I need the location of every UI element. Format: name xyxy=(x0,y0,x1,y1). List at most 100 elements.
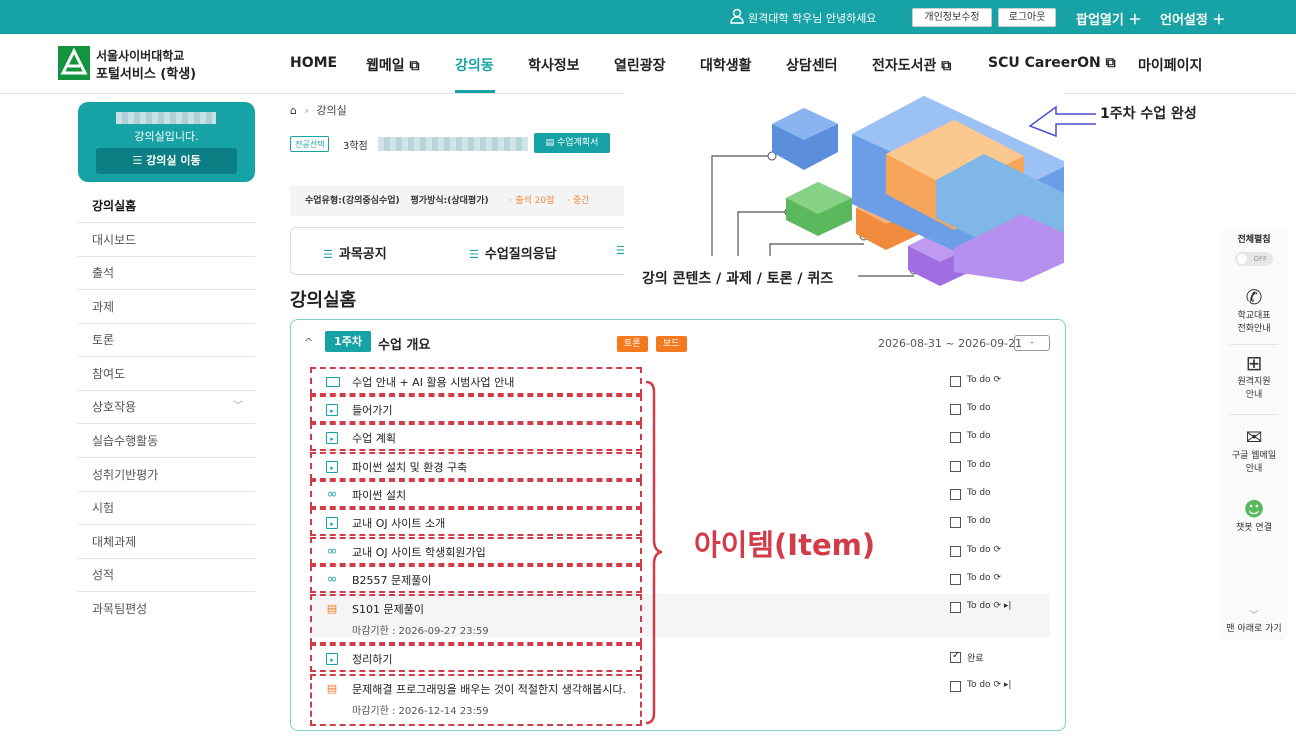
item-title[interactable]: 수업 안내 + AI 활용 시범사업 안내 xyxy=(352,374,514,390)
expand-all-toggle[interactable]: OFF xyxy=(1235,252,1273,266)
todo-checkbox[interactable] xyxy=(950,432,961,443)
list-item[interactable]: ∞ 교내 OJ 사이트 학생회원가입 xyxy=(310,537,642,565)
item-title[interactable]: 들어가기 xyxy=(352,402,392,418)
eval-type: 평가방식:(상대평가) xyxy=(410,196,489,206)
collapse-icon[interactable]: ^ xyxy=(304,336,313,349)
refresh-icon[interactable]: ⟳ xyxy=(993,601,1001,611)
todo-checkbox[interactable] xyxy=(950,404,961,415)
remote-support[interactable]: ⊞ 원격지원 안내 xyxy=(1220,352,1288,402)
item-title[interactable]: S101 문제풀이 xyxy=(352,601,424,617)
refresh-icon[interactable]: ⟳ xyxy=(993,680,1001,690)
sidebar-item-attendance[interactable]: 출석 xyxy=(78,256,255,290)
sidebar-item-label: 상호작용 xyxy=(92,400,137,414)
list-item[interactable]: ▸ 정리하기 xyxy=(310,644,642,672)
sidebar-item-achievement[interactable]: 성취기반평가 xyxy=(78,458,255,492)
sidebar-item-home[interactable]: 강의실홈 xyxy=(78,189,255,223)
list-item[interactable]: ∞ 파이썬 설치 xyxy=(310,480,642,508)
nav-mypage[interactable]: 마이페이지 xyxy=(1138,55,1202,75)
sidebar-item-participation[interactable]: 참여도 xyxy=(78,357,255,391)
folder-icon xyxy=(326,377,340,387)
classroom-move-button[interactable]: ☰ 강의실 이동 xyxy=(96,148,237,174)
scroll-bottom-button[interactable]: ﹀ 맨 아래로 가기 xyxy=(1220,610,1288,636)
todo-status: To do ⟳ ▸| xyxy=(967,601,1011,611)
nav-campus-life[interactable]: 대학생활 xyxy=(700,55,752,75)
tab-notice[interactable]: ☰ 과목공지 xyxy=(323,243,387,262)
list-item[interactable]: ▸ 파이썬 설치 및 환경 구축 xyxy=(310,452,642,480)
list-item[interactable]: ▸ 수업 계획 xyxy=(310,423,642,451)
logo-mark[interactable] xyxy=(58,46,90,80)
sidebar-item-alt-assignment[interactable]: 대체과제 xyxy=(78,525,255,559)
page-title: 강의실홈 xyxy=(290,290,357,311)
item-title[interactable]: B2557 문제풀이 xyxy=(352,572,432,588)
divider xyxy=(1230,344,1278,345)
refresh-icon[interactable]: ⟳ xyxy=(993,545,1001,555)
sidebar-item-discussion[interactable]: 토론 xyxy=(78,323,255,357)
list-item[interactable]: ▸ 교내 OJ 사이트 소개 xyxy=(310,508,642,536)
todo-checkbox[interactable] xyxy=(950,574,961,585)
logo-subtitle[interactable]: 포털서비스 (학생) xyxy=(96,63,196,82)
google-mail-guide[interactable]: ✉ 구글 웹메일 안내 xyxy=(1220,426,1288,476)
chatbot-link[interactable]: ☻ 챗봇 연결 xyxy=(1220,498,1288,535)
item-title[interactable]: 파이썬 설치 xyxy=(352,487,406,503)
status-label: To do xyxy=(967,601,991,611)
item-title[interactable]: 파이썬 설치 및 환경 구축 xyxy=(352,459,467,475)
list-item[interactable]: ▸ 들어가기 xyxy=(310,395,642,423)
nav-home[interactable]: HOME xyxy=(290,55,337,71)
phone-guide[interactable]: ✆ 학교대표 전화안내 xyxy=(1220,286,1288,336)
refresh-icon[interactable]: ⟳ xyxy=(993,375,1001,385)
home-icon[interactable]: ⌂ xyxy=(290,104,297,117)
list-item[interactable]: ∞ B2557 문제풀이 xyxy=(310,565,642,593)
nav-open-square[interactable]: 열린광장 xyxy=(614,55,666,75)
link-icon: ∞ xyxy=(326,572,338,587)
course-type-tag: 전공선택 xyxy=(290,136,330,152)
item-title[interactable]: 교내 OJ 사이트 학생회원가입 xyxy=(352,544,486,560)
play-next-icon[interactable]: ▸| xyxy=(1004,601,1012,611)
todo-checkbox[interactable] xyxy=(950,602,961,613)
item-title[interactable]: 문제해결 프로그래밍을 배우는 것이 적절한지 생각해봅시다. xyxy=(352,681,626,697)
edit-profile-button[interactable]: 개인정보수정 xyxy=(912,8,992,27)
todo-checkbox[interactable] xyxy=(950,517,961,528)
discussion-badge[interactable]: 토론 xyxy=(617,336,648,352)
todo-checkbox[interactable] xyxy=(950,546,961,557)
todo-checkbox[interactable] xyxy=(950,489,961,500)
sidebar-item-team[interactable]: 과목팀편성 xyxy=(78,592,255,626)
board-badge[interactable]: 보드 xyxy=(656,336,687,352)
nav-lecture[interactable]: 강의동 xyxy=(455,55,494,75)
refresh-icon[interactable]: ⟳ xyxy=(993,573,1001,583)
sidebar-item-interaction[interactable]: 상호작용 ﹀ xyxy=(78,390,255,424)
item-title[interactable]: 교내 OJ 사이트 소개 xyxy=(352,515,445,531)
todo-checkbox[interactable] xyxy=(950,376,961,387)
course-name-blurred xyxy=(116,112,216,124)
list-icon: ☰ xyxy=(469,248,479,261)
course-info-bar: 수업유형:(강의중심수업) 평가방식:(상대평가) · 출석 20점 · 중간 xyxy=(290,186,630,216)
nav-career[interactable]: SCU CareerON ⧉ xyxy=(988,55,1116,71)
syllabus-button[interactable]: ▤ 수업계획서 xyxy=(534,133,610,153)
todo-checkbox[interactable] xyxy=(950,461,961,472)
list-item[interactable]: 수업 안내 + AI 활용 시범사업 안내 xyxy=(310,367,642,395)
todo-checkbox[interactable] xyxy=(950,681,961,692)
nav-library[interactable]: 전자도서관 ⧉ xyxy=(872,55,951,75)
language-button[interactable]: 언어설정 ＋ xyxy=(1160,9,1225,28)
item-title[interactable]: 정리하기 xyxy=(352,651,392,667)
period-toggle[interactable]: - xyxy=(1014,335,1050,351)
item-title[interactable]: 수업 계획 xyxy=(352,430,396,446)
done-checkbox[interactable] xyxy=(950,650,961,663)
sidebar-item-exam[interactable]: 시험 xyxy=(78,491,255,525)
logout-button[interactable]: 로그아웃 xyxy=(998,8,1056,27)
logo-title[interactable]: 서울사이버대학교 xyxy=(96,47,184,64)
nav-webmail[interactable]: 웹메일 ⧉ xyxy=(366,55,420,75)
sidebar-item-practice[interactable]: 실습수행활동 xyxy=(78,424,255,458)
sidebar-item-grades[interactable]: 성적 xyxy=(78,558,255,592)
network-icon: ⊞ xyxy=(1245,351,1263,375)
sidebar-item-dashboard[interactable]: 대시보드 xyxy=(78,223,255,257)
nav-counseling[interactable]: 상담센터 xyxy=(786,55,838,75)
popup-open-button[interactable]: 팝업열기 ＋ xyxy=(1076,9,1141,28)
list-item[interactable]: ▤ 문제해결 프로그래밍을 배우는 것이 적절한지 생각해봅시다. 마감기한 :… xyxy=(310,674,642,726)
nav-academic[interactable]: 학사정보 xyxy=(528,55,580,75)
sidebar-item-assignment[interactable]: 과제 xyxy=(78,290,255,324)
syllabus-label: 수업계획서 xyxy=(556,138,599,148)
tab-qna[interactable]: ☰ 수업질의응답 xyxy=(469,243,557,262)
breadcrumb-current: 강의실 xyxy=(316,104,347,117)
play-next-icon[interactable]: ▸| xyxy=(1004,680,1012,690)
list-item[interactable]: ▤ S101 문제풀이 마감기한 : 2026-09-27 23:59 xyxy=(310,594,642,644)
